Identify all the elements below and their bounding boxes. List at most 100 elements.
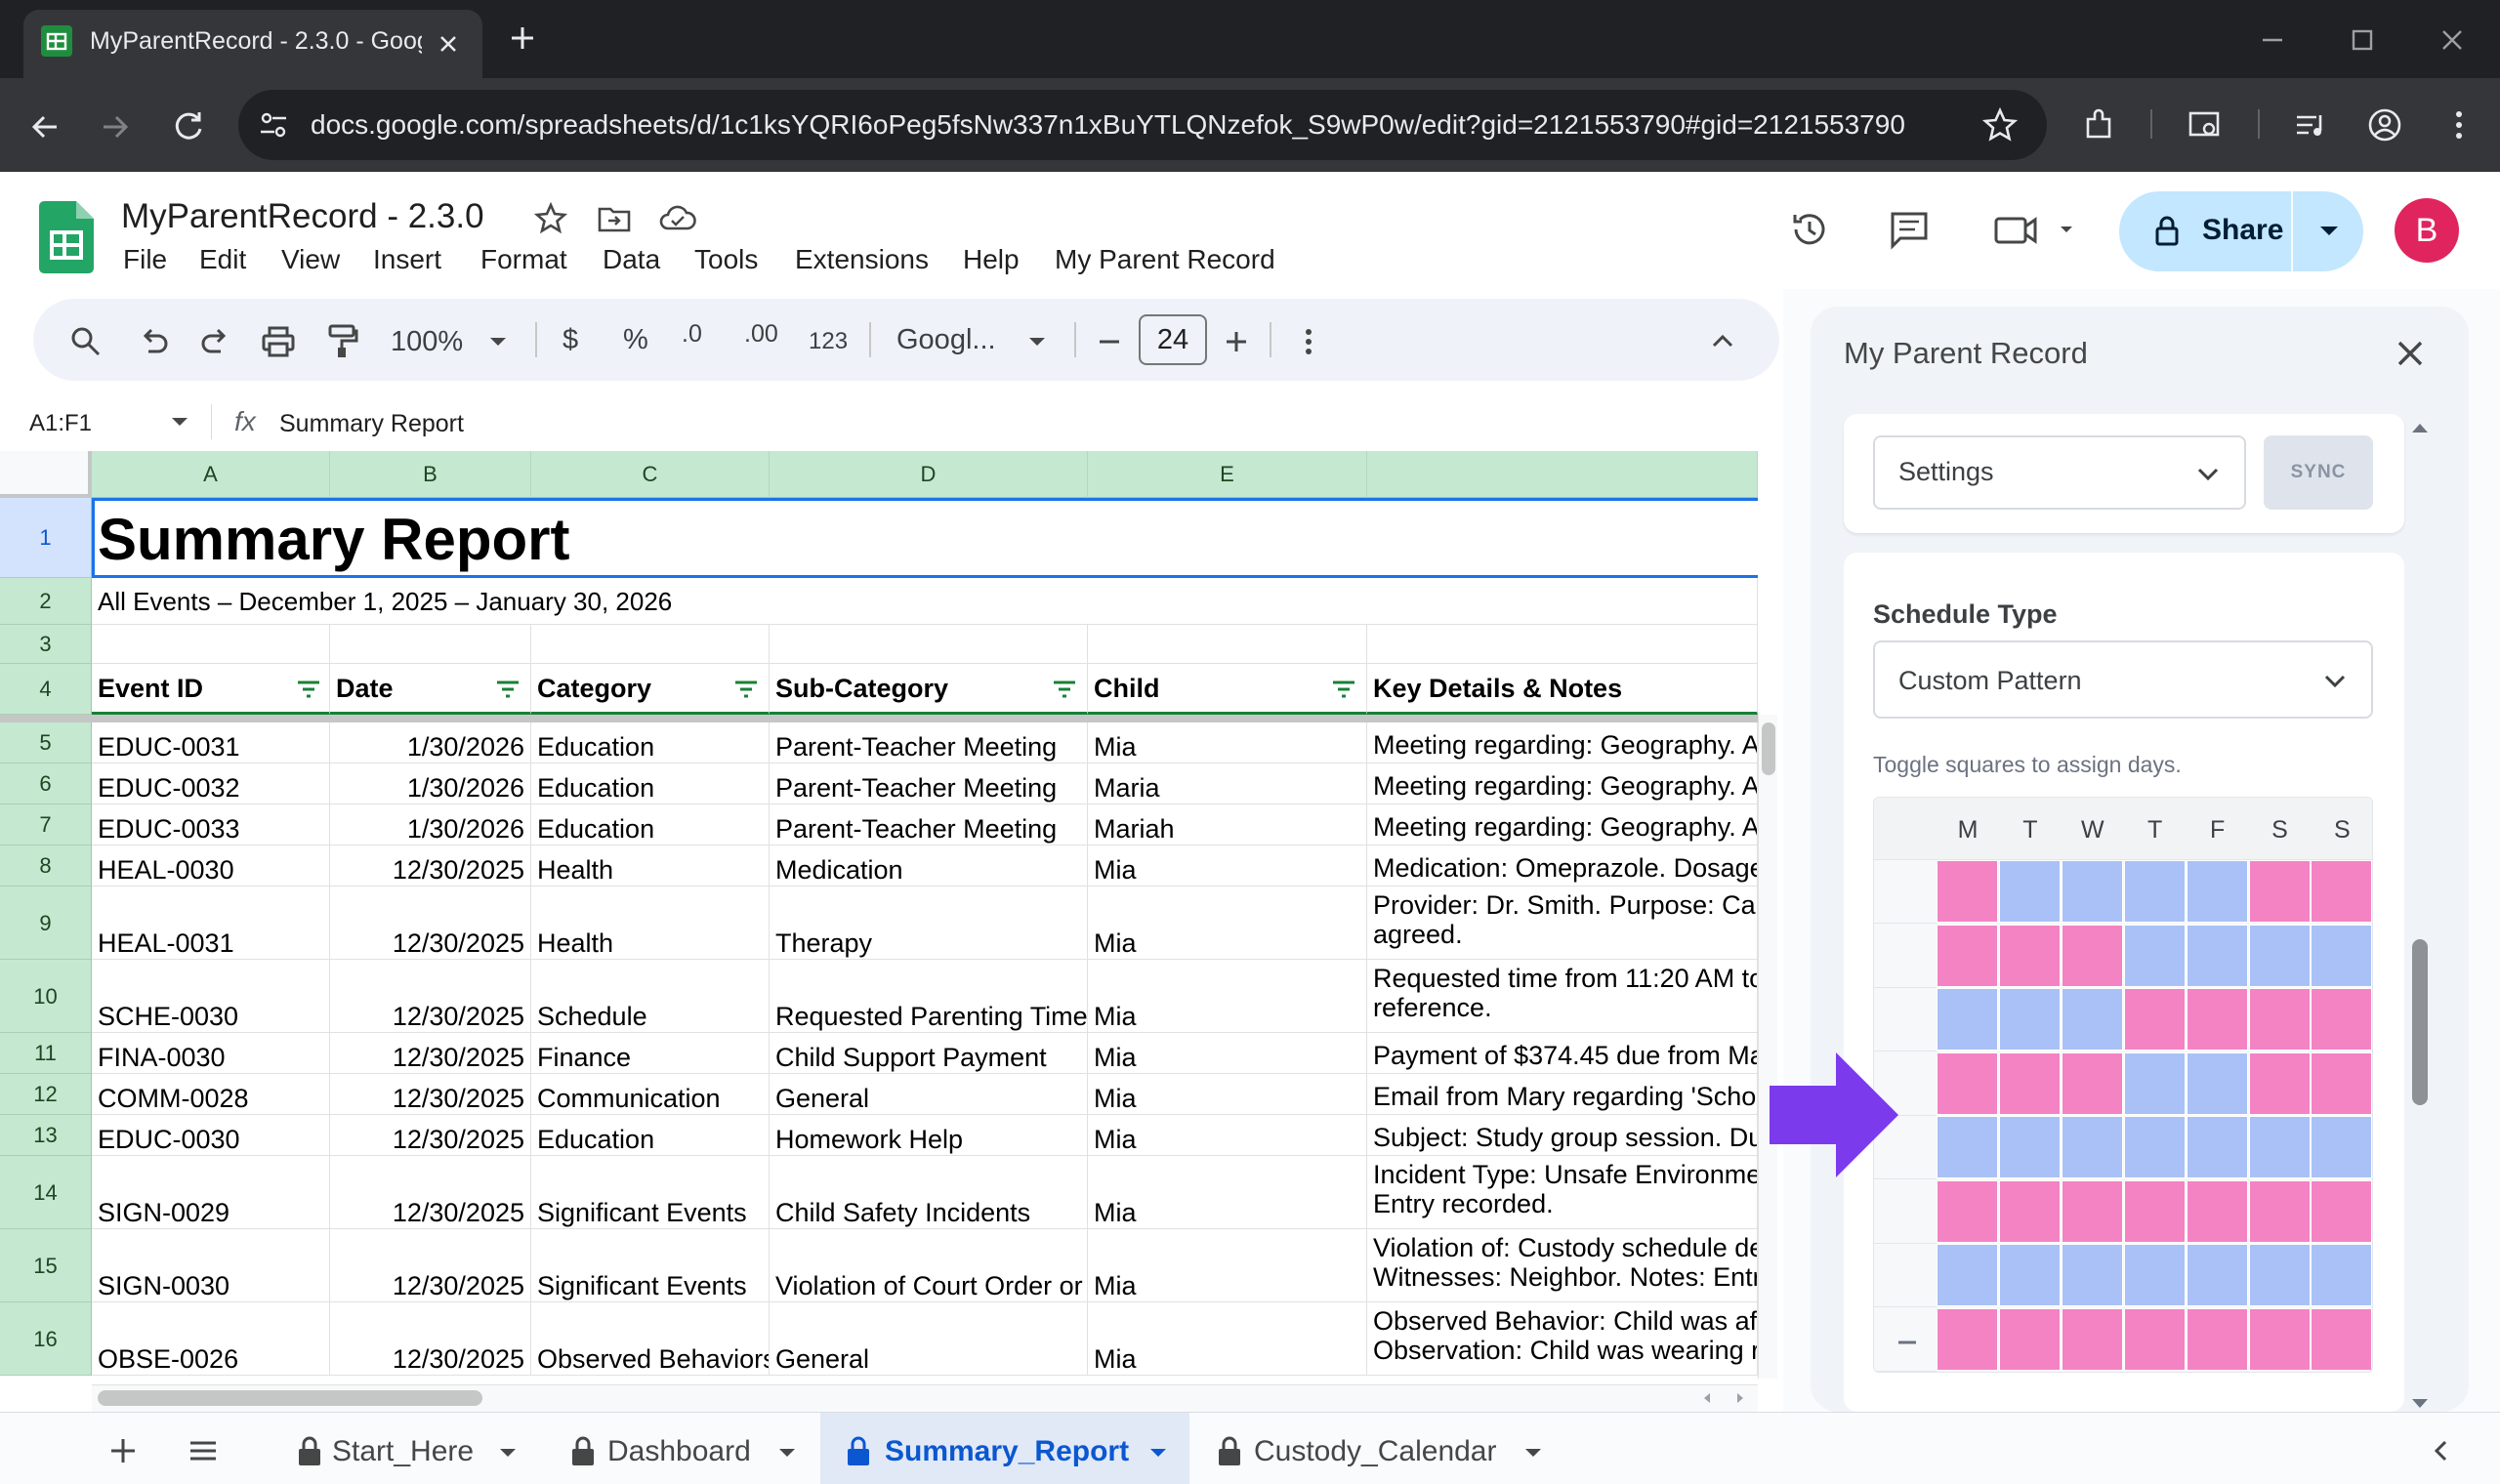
sheet-tab-summary-report[interactable]: Summary_Report (885, 1435, 1129, 1468)
site-info-icon[interactable] (256, 107, 291, 143)
row-header[interactable]: 2 (0, 578, 92, 625)
child-cell[interactable]: Mia (1088, 1229, 1367, 1302)
column-header[interactable]: C (531, 451, 770, 498)
row-header[interactable]: 8 (0, 845, 92, 886)
pattern-square[interactable] (1998, 1116, 2061, 1178)
category-cell[interactable]: Health (531, 845, 770, 886)
date-cell[interactable]: 12/30/2025 (330, 1033, 531, 1074)
category-cell[interactable]: Finance (531, 1033, 770, 1074)
share-dropdown[interactable] (2291, 191, 2363, 271)
vertical-scroll-thumb[interactable] (1762, 722, 1775, 775)
category-cell[interactable]: Education (531, 763, 770, 804)
browser-tab[interactable]: MyParentRecord - 2.3.0 - Googl (23, 10, 482, 78)
avatar[interactable]: B (2395, 198, 2459, 263)
category-cell[interactable]: Significant Events (531, 1156, 770, 1229)
event-id-cell[interactable]: EDUC-0030 (92, 1115, 330, 1156)
notes-cell[interactable]: Meeting regarding: Geography. A (1367, 763, 1758, 804)
menu-insert[interactable]: Insert (373, 244, 441, 275)
notes-cell[interactable]: Payment of $374.45 due from Ma (1367, 1033, 1758, 1074)
move-folder-icon[interactable] (596, 201, 633, 236)
pattern-square[interactable] (2186, 924, 2248, 987)
pattern-square[interactable] (2186, 1244, 2248, 1306)
minimize-icon[interactable] (2256, 23, 2289, 57)
event-id-cell[interactable]: HEAL-0030 (92, 845, 330, 886)
sheet-tab-custody-calendar[interactable]: Custody_Calendar (1254, 1435, 1496, 1468)
header-child[interactable]: Child (1088, 664, 1367, 715)
category-cell[interactable]: Communication (531, 1074, 770, 1115)
sheet-tab-start-here[interactable]: Start_Here (332, 1435, 474, 1468)
sub-category-cell[interactable]: Child Support Payment (770, 1033, 1088, 1074)
menu-data[interactable]: Data (603, 244, 660, 275)
sub-category-cell[interactable]: Therapy (770, 886, 1088, 960)
pattern-square[interactable] (2123, 1244, 2186, 1306)
row-header[interactable]: 4 (0, 664, 92, 715)
vertical-scrollbar-track[interactable] (1758, 715, 1777, 1379)
sub-category-cell[interactable]: Medication (770, 845, 1088, 886)
pattern-square[interactable] (2311, 1179, 2372, 1243)
row-header[interactable]: 11 (0, 1033, 92, 1074)
print-icon[interactable] (260, 324, 297, 359)
close-window-icon[interactable] (2436, 23, 2469, 57)
font-dropdown-icon[interactable] (1025, 330, 1049, 353)
event-id-cell[interactable]: SIGN-0030 (92, 1229, 330, 1302)
row-header[interactable]: 15 (0, 1229, 92, 1302)
child-cell[interactable]: Mia (1088, 1156, 1367, 1229)
new-tab-icon[interactable] (506, 21, 539, 55)
increase-font-size-icon[interactable] (1219, 324, 1254, 359)
child-cell[interactable]: Mia (1088, 1115, 1367, 1156)
menu-edit[interactable]: Edit (199, 244, 246, 275)
sub-category-cell[interactable]: Child Safety Incidents (770, 1156, 1088, 1229)
pattern-square[interactable] (2248, 860, 2311, 923)
sync-button[interactable]: SYNC (2264, 435, 2373, 510)
notes-cell[interactable]: Subject: Study group session. Du (1367, 1115, 1758, 1156)
pattern-square[interactable] (2123, 1179, 2186, 1243)
event-id-cell[interactable]: SCHE-0030 (92, 960, 330, 1033)
pattern-square[interactable] (1998, 1244, 2061, 1306)
date-cell[interactable]: 12/30/2025 (330, 886, 531, 960)
row-header[interactable]: 9 (0, 886, 92, 960)
undo-icon[interactable] (137, 324, 172, 359)
extensions-icon[interactable] (2080, 105, 2119, 144)
tab-menu-icon[interactable] (496, 1441, 520, 1464)
increase-decimal-button[interactable]: .00 (744, 320, 778, 349)
decrease-decimal-button[interactable]: .0 (682, 320, 702, 349)
filter-icon[interactable] (732, 678, 760, 701)
custom-pattern-grid[interactable]: MTWTFSS (1873, 797, 2373, 1373)
sub-category-cell[interactable]: Requested Parenting Time (770, 960, 1088, 1033)
formula-input[interactable]: Summary Report (279, 410, 464, 438)
pattern-square[interactable] (2186, 1116, 2248, 1178)
date-cell[interactable]: 12/30/2025 (330, 1115, 531, 1156)
horizontal-scroll-thumb[interactable] (98, 1390, 482, 1406)
column-header[interactable]: B (330, 451, 531, 498)
pattern-square[interactable] (2186, 1051, 2248, 1115)
date-cell[interactable]: 12/30/2025 (330, 960, 531, 1033)
pattern-square[interactable] (1998, 924, 2061, 987)
event-id-cell[interactable]: SIGN-0029 (92, 1156, 330, 1229)
pattern-square[interactable] (1937, 1307, 1998, 1371)
explore-collapse-icon[interactable] (2426, 1435, 2457, 1466)
date-cell[interactable]: 1/30/2026 (330, 763, 531, 804)
column-header[interactable] (1367, 451, 1758, 498)
pattern-square[interactable] (2248, 1179, 2311, 1243)
column-header[interactable]: D (770, 451, 1088, 498)
meet-icon[interactable] (1992, 207, 2080, 252)
pattern-square[interactable] (1998, 1051, 2061, 1115)
percent-format-button[interactable]: % (623, 324, 648, 356)
child-cell[interactable]: Mia (1088, 1302, 1367, 1376)
pattern-square[interactable] (2186, 988, 2248, 1051)
notes-cell[interactable]: Incident Type: Unsafe Environme Entry rec… (1367, 1156, 1758, 1229)
header-sub-category[interactable]: Sub-Category (770, 664, 1088, 715)
pattern-square[interactable] (1998, 860, 2061, 923)
version-history-icon[interactable] (1787, 207, 1832, 252)
reload-icon[interactable] (168, 105, 209, 146)
scroll-right-icon[interactable] (1730, 1388, 1750, 1408)
pattern-square[interactable] (2123, 988, 2186, 1051)
event-id-cell[interactable]: EDUC-0031 (92, 722, 330, 763)
date-cell[interactable]: 1/30/2026 (330, 722, 531, 763)
category-cell[interactable]: Observed Behaviors (531, 1302, 770, 1376)
row-header[interactable]: 13 (0, 1115, 92, 1156)
notes-cell[interactable]: Requested time from 11:20 AM to reference… (1367, 960, 1758, 1033)
pattern-square[interactable] (1937, 1179, 1998, 1243)
child-cell[interactable]: Maria (1088, 763, 1367, 804)
pattern-square[interactable] (2311, 1051, 2372, 1115)
